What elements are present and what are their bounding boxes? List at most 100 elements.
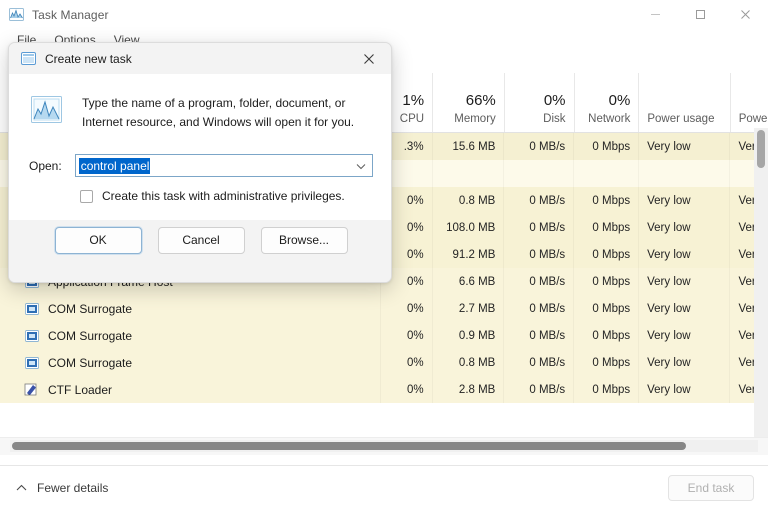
create-task-window-icon — [21, 51, 37, 66]
window-controls — [633, 0, 768, 29]
fewer-details-label: Fewer details — [37, 480, 109, 495]
admin-privileges-checkbox[interactable] — [80, 189, 93, 203]
horizontal-scrollbar-thumb[interactable] — [12, 442, 686, 450]
table-row[interactable]: COM Surrogate 0% 0.9 MB 0 MB/s 0 Mbps Very lo… — [0, 322, 768, 349]
minimize-button[interactable] — [633, 0, 678, 29]
open-input-value[interactable]: control panel — [78, 157, 151, 174]
process-name-cell: COM Surrogate — [0, 349, 380, 376]
cell-network: 0 Mbps — [573, 133, 638, 160]
cell-cpu: 0% — [380, 349, 431, 376]
maximize-button[interactable] — [678, 0, 723, 29]
cell-network: 0 Mbps — [573, 241, 638, 268]
cell-disk: 0 MB/s — [503, 295, 573, 322]
vertical-scrollbar-thumb[interactable] — [757, 130, 765, 168]
process-window-icon — [24, 328, 40, 344]
dialog-title: Create new task — [45, 51, 132, 66]
column-header-label-power: Power usage — [647, 113, 715, 125]
admin-privileges-row[interactable]: Create this task with administrative pri… — [9, 177, 391, 203]
cell-network: 0 Mbps — [573, 376, 638, 403]
cell-disk — [503, 160, 573, 187]
cell-cpu: 0% — [380, 322, 431, 349]
task-manager-window: Task Manager File Options View 1% CPU 66% M… — [0, 0, 768, 509]
bottom-bar: Fewer details End task — [0, 465, 768, 509]
cell-memory: 91.2 MB — [432, 241, 504, 268]
chevron-down-icon[interactable] — [356, 155, 366, 178]
fewer-details-button[interactable]: Fewer details — [16, 481, 108, 495]
cell-power: Very low — [638, 295, 729, 322]
dialog-button-row: OK Cancel Browse... — [9, 220, 391, 282]
open-combobox[interactable]: control panel — [74, 154, 373, 178]
cell-disk: 0 MB/s — [503, 376, 573, 403]
admin-privileges-label: Create this task with administrative pri… — [102, 189, 345, 203]
table-row[interactable]: CTF Loader 0% 2.8 MB 0 MB/s 0 Mbps Very low Ve… — [0, 376, 768, 403]
cell-memory: 6.6 MB — [432, 268, 504, 295]
cell-power: Very low — [638, 268, 729, 295]
column-header-disk[interactable]: 0% Disk — [503, 73, 574, 132]
cell-power: Very low — [638, 214, 729, 241]
column-header-network[interactable]: 0% Network — [573, 73, 639, 132]
cell-power: Very low — [638, 322, 729, 349]
process-name-label: COM Surrogate — [48, 301, 133, 316]
cell-cpu: 0% — [380, 295, 431, 322]
process-window-icon — [24, 301, 40, 317]
cell-disk: 0 MB/s — [503, 214, 573, 241]
cell-disk: 0 MB/s — [503, 187, 573, 214]
dialog-description-text: Type the name of a program, folder, docu… — [82, 96, 355, 129]
browse-button[interactable]: Browse... — [260, 226, 348, 254]
create-new-task-dialog: Create new task Type the name of a progr… — [8, 42, 392, 283]
ctf-loader-icon — [24, 382, 40, 398]
column-header-power[interactable]: Power usage — [638, 73, 729, 132]
cell-network: 0 Mbps — [573, 268, 638, 295]
process-name-label: COM Surrogate — [48, 355, 133, 370]
chevron-up-icon — [16, 484, 27, 492]
cell-disk: 0 MB/s — [503, 268, 573, 295]
cell-network: 0 Mbps — [573, 322, 638, 349]
cancel-button[interactable]: Cancel — [157, 226, 245, 254]
cell-power: Very low — [638, 376, 729, 403]
column-header-label-powert: Power — [738, 113, 768, 125]
horizontal-scrollbar[interactable] — [10, 440, 758, 452]
cell-power — [638, 160, 729, 187]
cell-power: Very low — [638, 241, 729, 268]
cell-memory: 2.7 MB — [432, 295, 504, 322]
column-header-label-memory: Memory — [454, 113, 496, 125]
cell-network: 0 Mbps — [573, 349, 638, 376]
cell-memory: 108.0 MB — [432, 214, 504, 241]
table-row[interactable]: COM Surrogate 0% 0.8 MB 0 MB/s 0 Mbps Very lo… — [0, 349, 768, 376]
dialog-title-bar: Create new task — [9, 43, 391, 74]
cell-disk: 0 MB/s — [503, 322, 573, 349]
process-window-icon — [24, 355, 40, 371]
column-header-label-network: Network — [588, 113, 631, 125]
title-bar: Task Manager — [0, 0, 768, 29]
cell-power: Very low — [638, 349, 729, 376]
process-name-cell: COM Surrogate — [0, 322, 380, 349]
process-name-label: COM Surrogate — [48, 328, 133, 343]
cell-network — [573, 160, 638, 187]
close-button[interactable] — [723, 0, 768, 29]
cell-cpu: 0% — [380, 376, 431, 403]
cell-network: 0 Mbps — [573, 187, 638, 214]
cell-memory: 0.9 MB — [432, 322, 504, 349]
cell-memory: 15.6 MB — [432, 133, 504, 160]
dialog-description-row: Type the name of a program, folder, docu… — [9, 74, 391, 132]
ok-button[interactable]: OK — [54, 226, 142, 254]
task-manager-chart-icon — [31, 96, 62, 123]
column-header-label-disk: Disk — [543, 113, 566, 125]
cell-disk: 0 MB/s — [503, 349, 573, 376]
end-task-button[interactable]: End task — [668, 474, 754, 501]
table-row[interactable]: COM Surrogate 0% 2.7 MB 0 MB/s 0 Mbps Very lo… — [0, 295, 768, 322]
cell-power: Very low — [638, 133, 729, 160]
open-label: Open: — [29, 158, 62, 173]
cell-network: 0 Mbps — [573, 214, 638, 241]
column-header-memory[interactable]: 66% Memory — [432, 73, 504, 132]
column-header-value-network: 0% — [608, 92, 631, 109]
column-header-powert[interactable]: Power — [729, 73, 768, 132]
cell-power: Very low — [638, 187, 729, 214]
vertical-scrollbar[interactable] — [754, 128, 768, 455]
column-header-value-memory: 66% — [465, 92, 496, 109]
dialog-close-button[interactable] — [347, 43, 391, 74]
column-header-value-disk: 0% — [543, 92, 566, 109]
cell-disk: 0 MB/s — [503, 241, 573, 268]
process-name-cell: COM Surrogate — [0, 295, 380, 322]
open-field-row: Open: control panel — [9, 132, 391, 178]
